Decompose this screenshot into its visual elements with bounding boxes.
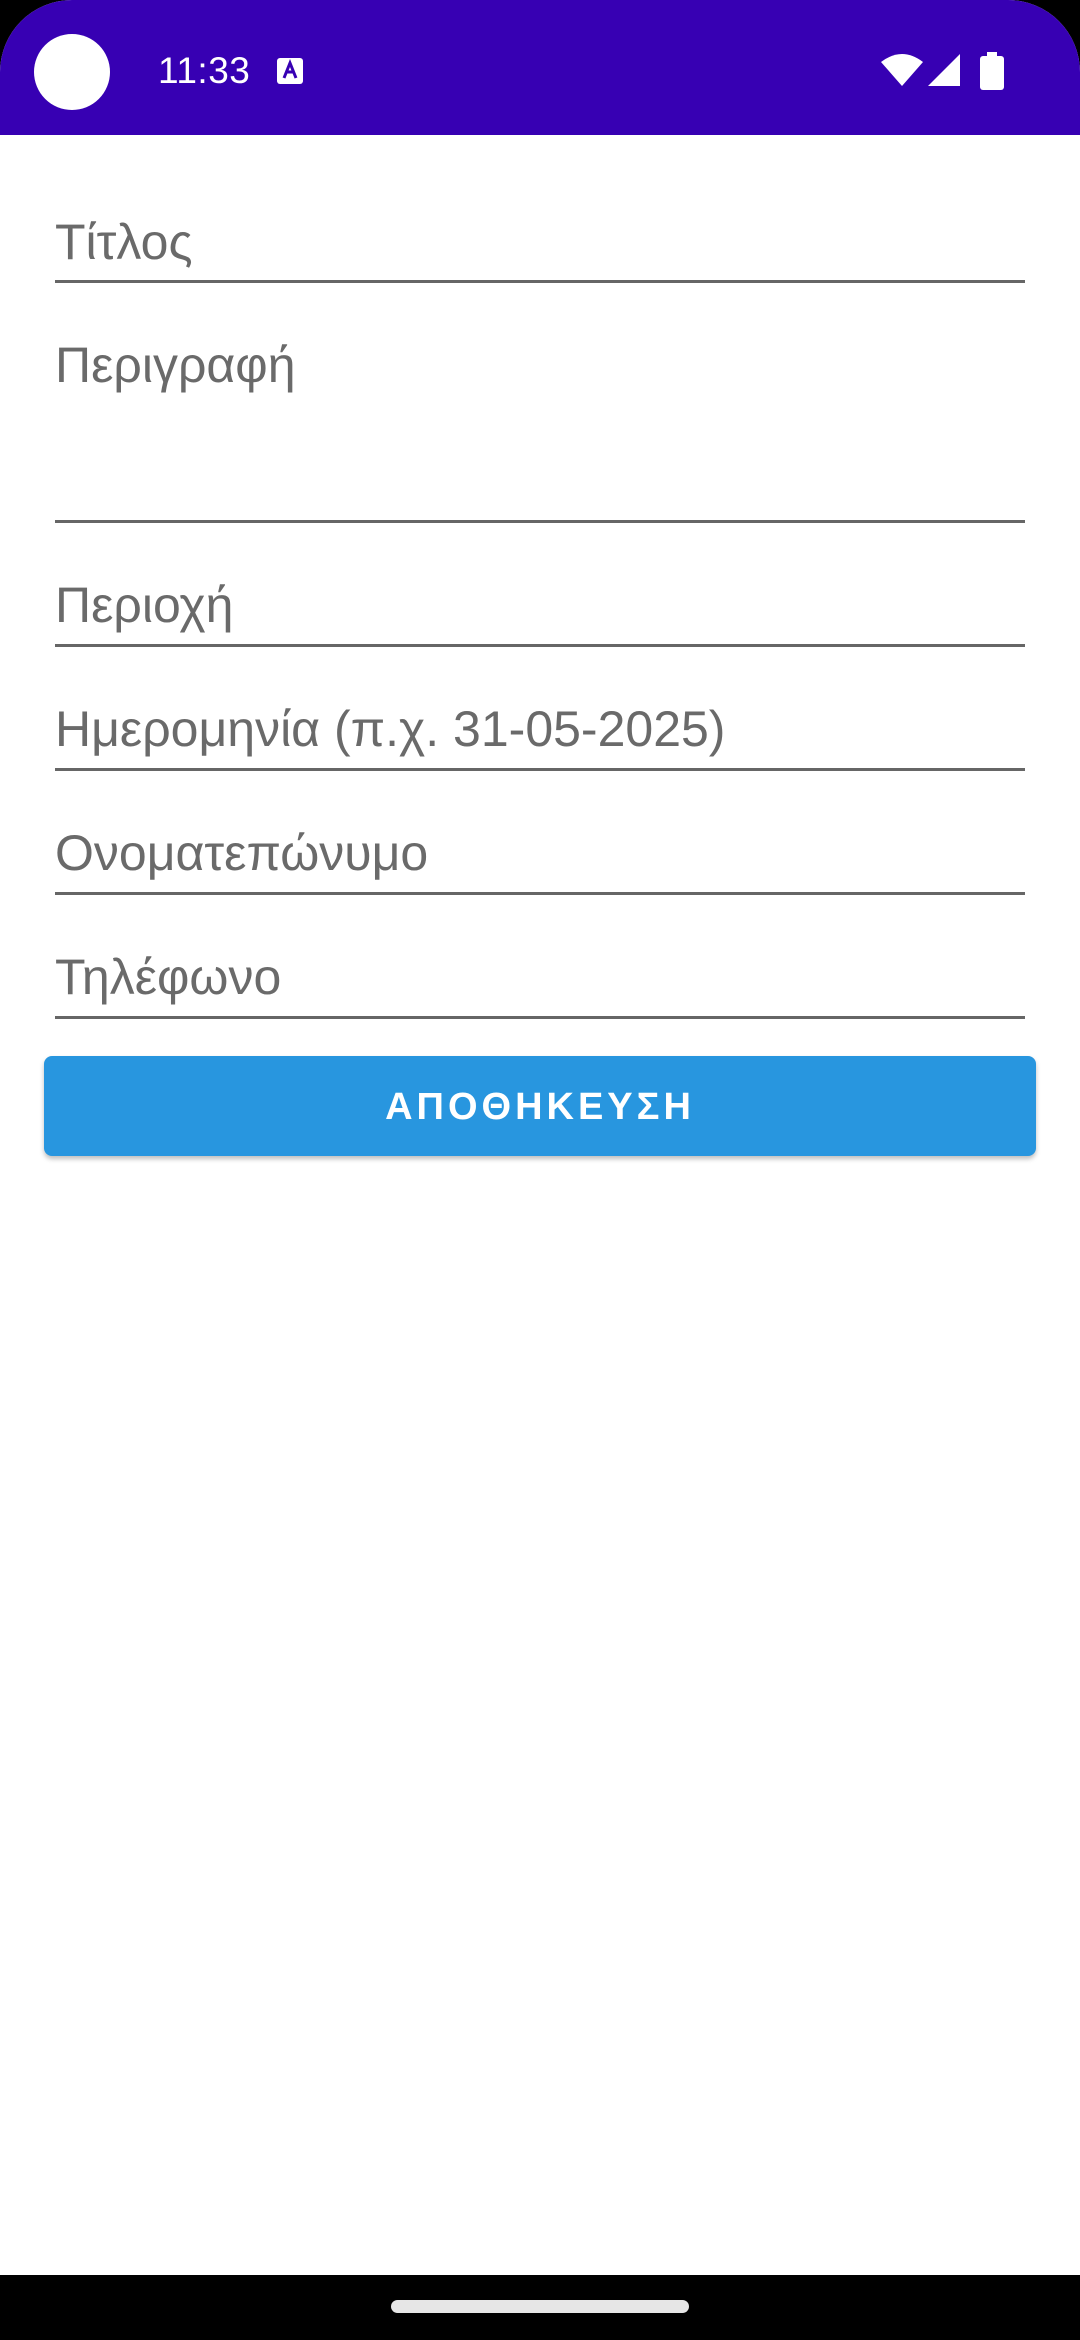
description-field xyxy=(55,325,1025,523)
save-button[interactable]: ΑΠΟΘΗΚΕΥΣΗ xyxy=(44,1056,1036,1156)
phone-input[interactable] xyxy=(55,947,1025,1007)
status-time: 11:33 xyxy=(158,50,251,91)
title-input[interactable] xyxy=(55,212,1025,272)
signal-icon xyxy=(928,54,960,86)
home-gesture-handle[interactable] xyxy=(391,2300,689,2313)
area-input[interactable] xyxy=(55,575,1025,635)
status-bar: 11:33 xyxy=(0,0,1080,135)
fullname-field xyxy=(55,813,1025,895)
description-input[interactable] xyxy=(55,335,1025,515)
date-field xyxy=(55,689,1025,771)
area-field xyxy=(55,565,1025,647)
title-field xyxy=(55,200,1025,283)
fullname-input[interactable] xyxy=(55,823,1025,883)
phone-field xyxy=(55,937,1025,1019)
app-screen: 11:33 ΑΠΟΘΗΚΕΥΣΗ xyxy=(0,0,1080,2340)
battery-icon xyxy=(980,52,1004,90)
date-input[interactable] xyxy=(55,699,1025,759)
notification-a-icon xyxy=(277,58,303,84)
camera-cutout xyxy=(34,34,110,110)
wifi-icon xyxy=(881,54,923,86)
